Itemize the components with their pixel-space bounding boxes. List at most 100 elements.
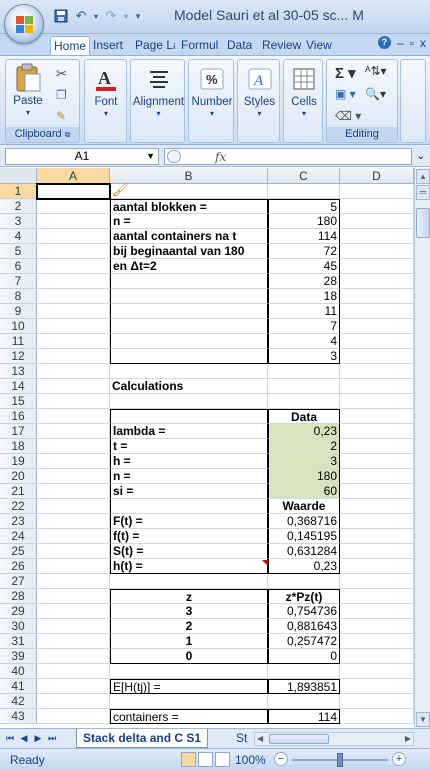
cell-a-row[interactable]	[37, 289, 110, 304]
row-header[interactable]: 41	[0, 679, 37, 694]
tab-data[interactable]: Data	[227, 36, 252, 55]
cell-d-row[interactable]	[340, 559, 414, 574]
cell-a-row[interactable]	[37, 409, 110, 424]
cell-c-row[interactable]: 114	[268, 709, 340, 724]
cell-d-row[interactable]	[340, 709, 414, 724]
row-header[interactable]: 40	[0, 664, 37, 679]
cell-c-row[interactable]: 1,893851	[268, 679, 340, 694]
hscroll-thumb[interactable]	[269, 734, 329, 744]
formula-bar-resize-handle[interactable]	[167, 150, 181, 163]
row-header[interactable]: 39	[0, 649, 37, 664]
page-break-view-icon[interactable]	[215, 752, 230, 767]
cell-d-row[interactable]	[340, 529, 414, 544]
row-header[interactable]: 2	[0, 199, 37, 214]
cell-c-row[interactable]: 0,881643	[268, 619, 340, 634]
paste-button[interactable]: Paste ▾	[10, 63, 46, 117]
restore-workbook-icon[interactable]: ▫	[410, 36, 414, 50]
cell-c-row[interactable]: 3	[268, 454, 340, 469]
cell-b-row[interactable]: S(t) =	[110, 544, 268, 559]
help-icon[interactable]: ?	[378, 36, 392, 49]
cell-c-row[interactable]	[268, 574, 340, 589]
cell-d-row[interactable]	[340, 649, 414, 664]
cell-b-row[interactable]: t =	[110, 439, 268, 454]
cell-a-row[interactable]	[37, 274, 110, 289]
cell-a-row[interactable]	[37, 184, 110, 199]
cell-c-row[interactable]: 0,23	[268, 424, 340, 439]
cell-c-row[interactable]: 0,23	[268, 559, 340, 574]
cell-a-row[interactable]	[37, 229, 110, 244]
row-header[interactable]: 18	[0, 439, 37, 454]
cell-b-row[interactable]: lambda =	[110, 424, 268, 439]
cell-a-row[interactable]	[37, 439, 110, 454]
column-header-d[interactable]: D	[340, 168, 414, 184]
cell-b-row[interactable]: 1	[110, 634, 268, 649]
cell-c-row[interactable]: 0	[268, 649, 340, 664]
cell-d-row[interactable]	[340, 679, 414, 694]
prev-sheet-icon[interactable]: ◀	[18, 732, 30, 745]
cell-c-row[interactable]: 0,257472	[268, 634, 340, 649]
row-header[interactable]: 13	[0, 364, 37, 379]
fill-icon[interactable]: ▣ ▾	[335, 87, 356, 101]
tab-home[interactable]: Home	[50, 36, 91, 55]
row-header[interactable]: 27	[0, 574, 37, 589]
font-button[interactable]: A Font ▾	[87, 64, 125, 118]
expand-formula-bar-icon[interactable]: ⌄	[414, 148, 428, 165]
row-header[interactable]: 1	[0, 184, 37, 199]
cell-a-row[interactable]	[37, 499, 110, 514]
cell-d-row[interactable]	[340, 574, 414, 589]
cell-a-row[interactable]	[37, 649, 110, 664]
clear-icon[interactable]: ⌫ ▾	[335, 109, 361, 123]
cell-a-row[interactable]	[37, 559, 110, 574]
cell-d-row[interactable]	[340, 664, 414, 679]
split-box-icon[interactable]: ═	[416, 185, 430, 200]
office-button[interactable]	[4, 4, 44, 44]
next-sheet-icon[interactable]: ▶	[32, 732, 44, 745]
cell-d-row[interactable]	[340, 409, 414, 424]
cell-c-row[interactable]	[268, 184, 340, 199]
cell-b-row[interactable]: z	[110, 589, 268, 604]
column-header-c[interactable]: C	[268, 168, 340, 184]
cell-c-row[interactable]: 5	[268, 199, 340, 214]
last-sheet-icon[interactable]: ⏭	[46, 732, 58, 745]
cell-a-row[interactable]	[37, 214, 110, 229]
cell-b-row[interactable]	[110, 694, 268, 709]
cell-d-row[interactable]	[340, 394, 414, 409]
cell-d-row[interactable]	[340, 619, 414, 634]
cell-d-row[interactable]	[340, 274, 414, 289]
cell-d-row[interactable]	[340, 379, 414, 394]
cell-d-row[interactable]	[340, 499, 414, 514]
cell-b-row[interactable]: Calculations	[110, 379, 268, 394]
cell-a-row[interactable]	[37, 634, 110, 649]
undo-dropdown-icon[interactable]: ▾	[92, 7, 100, 25]
cell-a-row[interactable]	[37, 424, 110, 439]
cell-c-row[interactable]	[268, 694, 340, 709]
name-box-dropdown-icon[interactable]: ▼	[146, 149, 155, 164]
cell-d-row[interactable]	[340, 304, 414, 319]
font-dropdown-icon[interactable]: ▾	[87, 109, 125, 118]
row-header[interactable]: 25	[0, 544, 37, 559]
row-header[interactable]: 29	[0, 604, 37, 619]
styles-button[interactable]: A Styles ▾	[238, 64, 281, 118]
cell-a-row[interactable]	[37, 619, 110, 634]
cell-c-row[interactable]: 0,145195	[268, 529, 340, 544]
cell-a-row[interactable]	[37, 694, 110, 709]
cell-b-row[interactable]: 3	[110, 604, 268, 619]
cell-c-row[interactable]: 60	[268, 484, 340, 499]
cell-d-row[interactable]	[340, 244, 414, 259]
cell-a-row[interactable]	[37, 364, 110, 379]
cell-b-row[interactable]: containers =	[110, 709, 268, 724]
cell-d-row[interactable]	[340, 604, 414, 619]
tab-review[interactable]: Review	[262, 36, 301, 55]
number-button[interactable]: % Number ▾	[189, 64, 235, 118]
cell-c-row[interactable]: 72	[268, 244, 340, 259]
cell-b-row[interactable]: f(t) =	[110, 529, 268, 544]
cell-b-row[interactable]	[110, 499, 268, 514]
cell-c-row[interactable]	[268, 394, 340, 409]
cell-c-row[interactable]: 3	[268, 349, 340, 364]
cell-b-row[interactable]	[110, 304, 268, 319]
cell-c-row[interactable]: Waarde	[268, 499, 340, 514]
scroll-down-icon[interactable]: ▼	[416, 712, 430, 727]
cell-b-row[interactable]: en Δt=2	[110, 259, 268, 274]
cell-b-row[interactable]	[110, 334, 268, 349]
name-box[interactable]: A1 ▼	[5, 148, 159, 165]
